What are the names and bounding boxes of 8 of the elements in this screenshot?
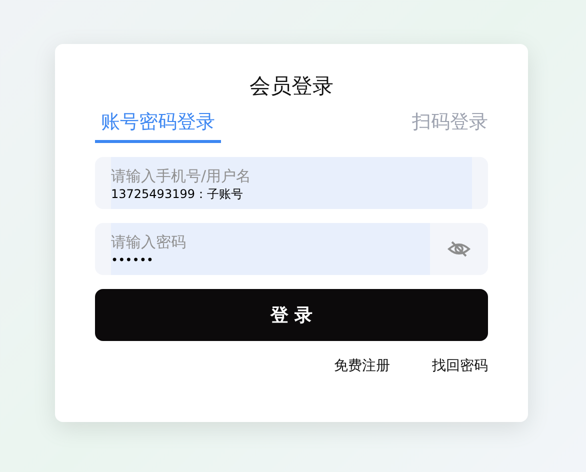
autofill-preview: 13725493199：子账号 (111, 187, 243, 201)
autofill-preview: •••••• (111, 253, 154, 267)
login-tab[interactable]: 账号密码登录 (95, 108, 221, 143)
text-link[interactable]: 找回密码 (432, 357, 488, 375)
eye-slash-icon[interactable] (447, 239, 471, 259)
login-title: 会员登录 (248, 73, 334, 100)
login-button[interactable]: 登 录 (95, 289, 488, 341)
text-link[interactable]: 免费注册 (334, 357, 390, 375)
